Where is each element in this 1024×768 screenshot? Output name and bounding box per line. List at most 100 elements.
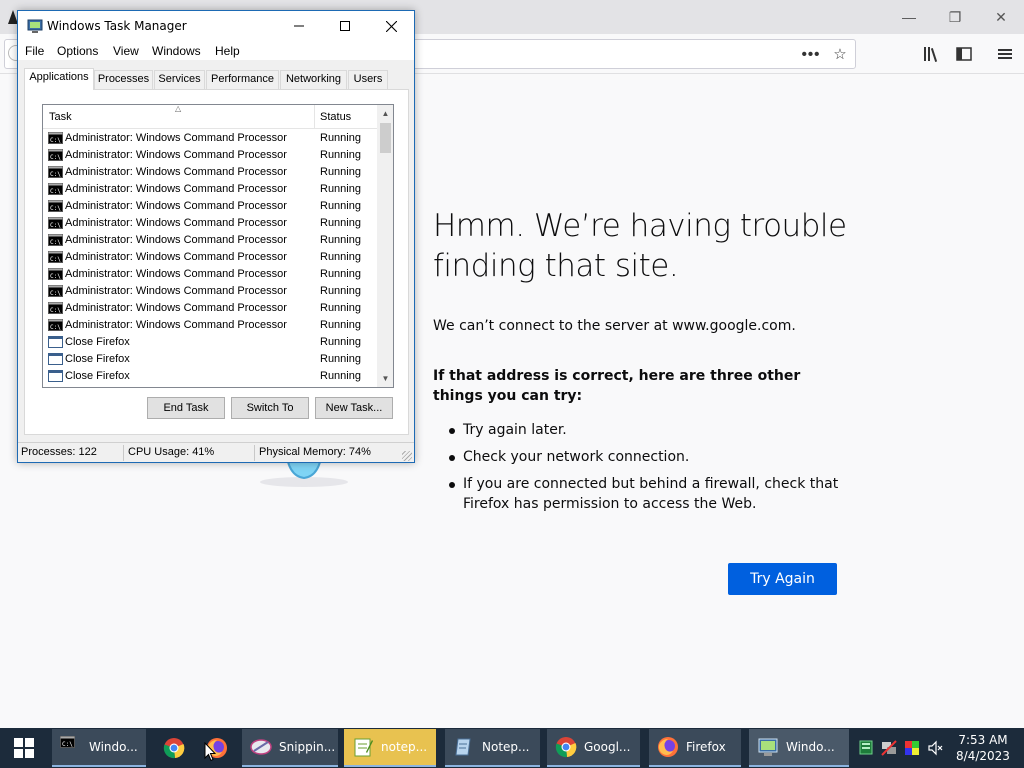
- firefox-close-button[interactable]: ✕: [978, 4, 1024, 30]
- menu-help[interactable]: Help: [215, 44, 240, 58]
- taskbar-button[interactable]: Firefox: [649, 729, 741, 767]
- table-row[interactable]: C:\ Administrator: Windows Command Proces…: [43, 164, 377, 181]
- firefox-minimize-button[interactable]: —: [886, 4, 932, 30]
- tab-services[interactable]: Services: [154, 70, 205, 89]
- sidebar-icon[interactable]: [953, 43, 975, 65]
- new-task-button[interactable]: New Task...: [315, 397, 393, 419]
- table-row[interactable]: C:\ Administrator: Windows Command Proces…: [43, 215, 377, 232]
- color-app-icon[interactable]: [904, 740, 920, 756]
- menu-view[interactable]: View: [113, 44, 139, 58]
- start-button[interactable]: [0, 728, 48, 768]
- taskbar: C:\ Windo... Snippin... notep... Notep... Goo…: [0, 728, 1024, 768]
- network-icon[interactable]: [881, 740, 897, 756]
- tab-processes[interactable]: Processes: [94, 70, 153, 89]
- task-status: Running: [320, 149, 361, 161]
- table-row[interactable]: Close Firefox Running: [43, 368, 377, 385]
- window-icon: [48, 353, 63, 365]
- task-status: Running: [320, 336, 361, 348]
- clock[interactable]: 7:53 AM 8/4/2023: [950, 732, 1016, 764]
- task-status: Running: [320, 370, 361, 382]
- table-row[interactable]: C:\ Administrator: Windows Command Proces…: [43, 181, 377, 198]
- taskbar-button[interactable]: C:\ Windo...: [52, 729, 146, 767]
- monitor-icon[interactable]: [858, 740, 874, 756]
- task-status: Running: [320, 166, 361, 178]
- cpu-usage: CPU Usage: 41%: [128, 446, 215, 458]
- taskbar-button[interactable]: Snippin...: [242, 729, 338, 767]
- task-status: Running: [320, 234, 361, 246]
- window-icon: [48, 336, 63, 348]
- bookmark-star-icon[interactable]: ☆: [829, 43, 851, 65]
- table-row[interactable]: C:\ Administrator: Windows Command Proces…: [43, 232, 377, 249]
- scroll-up-icon[interactable]: ▲: [377, 105, 393, 122]
- cmd-icon: C:\: [48, 234, 63, 246]
- task-status: Running: [320, 132, 361, 144]
- table-row[interactable]: C:\ Administrator: Windows Command Proces…: [43, 317, 377, 334]
- title-bar[interactable]: Windows Task Manager: [18, 11, 414, 41]
- tab-networking[interactable]: Networking: [280, 70, 347, 89]
- column-header-status[interactable]: Status: [320, 111, 351, 123]
- task-status: Running: [320, 268, 361, 280]
- taskbar-button[interactable]: [154, 729, 194, 767]
- taskbar-button[interactable]: Windo...: [749, 729, 849, 767]
- minimize-button[interactable]: [276, 11, 322, 41]
- page-actions-icon[interactable]: •••: [800, 43, 822, 65]
- task-status: Running: [320, 251, 361, 263]
- resize-grip-icon[interactable]: [402, 451, 412, 461]
- scroll-down-icon[interactable]: ▼: [377, 370, 393, 387]
- cmd-icon: C:\: [60, 736, 82, 758]
- cmd-icon: C:\: [48, 149, 63, 161]
- notepad-plus-icon: [352, 736, 374, 758]
- taskbar-label: Notep...: [482, 740, 530, 754]
- end-task-button[interactable]: End Task: [147, 397, 225, 419]
- taskbar-button[interactable]: Notep...: [445, 729, 540, 767]
- task-rows: C:\ Administrator: Windows Command Proces…: [43, 130, 377, 385]
- switch-to-button[interactable]: Switch To: [231, 397, 309, 419]
- tab-applications[interactable]: Applications: [24, 68, 94, 90]
- menu-options[interactable]: Options: [57, 44, 98, 58]
- task-list[interactable]: △ Task Status C:\ Administrator: Windows …: [42, 104, 394, 388]
- end-task-label: End Task: [163, 402, 209, 414]
- menu-windows[interactable]: Windows: [152, 44, 201, 58]
- status-bar: Processes: 122 CPU Usage: 41% Physical M…: [18, 442, 414, 462]
- volume-muted-icon[interactable]: [927, 740, 943, 756]
- svg-text:C:\: C:\: [50, 137, 61, 144]
- menu-file[interactable]: File: [25, 44, 44, 58]
- vertical-scrollbar[interactable]: ▲ ▼: [377, 105, 393, 387]
- status-divider: [123, 445, 124, 461]
- taskbar-button[interactable]: notep...: [344, 729, 436, 767]
- hamburger-menu-icon[interactable]: [994, 43, 1016, 65]
- task-name: Administrator: Windows Command Processor: [65, 234, 287, 246]
- column-header-task[interactable]: Task: [49, 111, 72, 123]
- column-divider[interactable]: [314, 105, 315, 129]
- library-icon[interactable]: [921, 43, 943, 65]
- table-row[interactable]: C:\ Administrator: Windows Command Proces…: [43, 283, 377, 300]
- switch-to-label: Switch To: [246, 402, 294, 414]
- table-row[interactable]: C:\ Administrator: Windows Command Proces…: [43, 266, 377, 283]
- table-row[interactable]: C:\ Administrator: Windows Command Proces…: [43, 300, 377, 317]
- task-manager-icon: [27, 19, 43, 33]
- firefox-restore-button[interactable]: ❐: [932, 4, 978, 30]
- cmd-icon: C:\: [48, 200, 63, 212]
- tab-performance[interactable]: Performance: [206, 70, 279, 89]
- table-row[interactable]: C:\ Administrator: Windows Command Proces…: [43, 147, 377, 164]
- chrome-icon: [163, 737, 185, 759]
- cmd-icon: C:\: [48, 319, 63, 331]
- taskbar-button[interactable]: Googl...: [547, 729, 640, 767]
- table-row[interactable]: C:\ Administrator: Windows Command Proces…: [43, 198, 377, 215]
- taskbar-label: Windo...: [89, 740, 138, 754]
- clock-date: 8/4/2023: [956, 749, 1010, 763]
- table-row[interactable]: Close Firefox Running: [43, 351, 377, 368]
- table-row[interactable]: C:\ Administrator: Windows Command Proces…: [43, 130, 377, 147]
- tab-users[interactable]: Users: [348, 70, 388, 89]
- task-status: Running: [320, 319, 361, 331]
- task-status: Running: [320, 217, 361, 229]
- maximize-button[interactable]: [322, 11, 368, 41]
- table-row[interactable]: C:\ Administrator: Windows Command Proces…: [43, 249, 377, 266]
- scroll-thumb[interactable]: [380, 123, 391, 153]
- table-row[interactable]: Close Firefox Running: [43, 334, 377, 351]
- try-again-button[interactable]: Try Again: [728, 563, 837, 595]
- task-name: Administrator: Windows Command Processor: [65, 132, 287, 144]
- close-button[interactable]: [368, 11, 414, 41]
- taskbar-button[interactable]: [197, 729, 237, 767]
- suggestion-item: If you are connected but behind a firewa…: [433, 474, 853, 514]
